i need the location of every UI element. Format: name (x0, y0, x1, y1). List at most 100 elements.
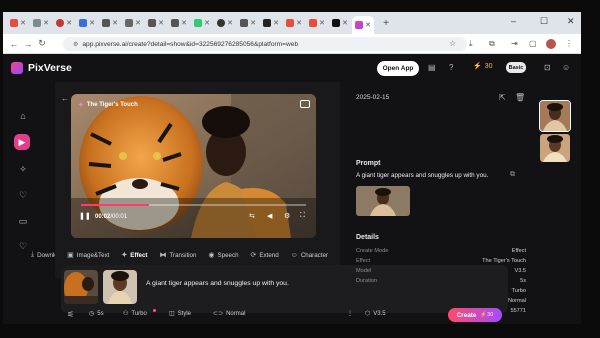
history-thumbnail[interactable] (540, 134, 570, 162)
history-thumbnail-image (540, 134, 570, 162)
effect-tag: ✦ The Tiger's Touch (78, 101, 138, 109)
bookmark-star-icon[interactable]: ☆ (449, 39, 456, 48)
forward-arrow-icon[interactable]: → (21, 39, 35, 49)
toggle-icon: ⊂⊃ (213, 311, 224, 317)
user-icon[interactable]: ☺ (562, 63, 570, 72)
tab-favicon-icon (309, 19, 318, 27)
tool-effect[interactable]: ✦ Effect (121, 251, 148, 260)
credits-value: 30 (484, 62, 493, 70)
tab-close-icon: ✕ (273, 20, 279, 27)
tool-extend[interactable]: ⟳ Extend (250, 251, 279, 260)
browser-tab[interactable]: ✕ (53, 15, 75, 31)
video-create-icon[interactable]: ▶ (14, 134, 30, 150)
profile-avatar[interactable] (546, 39, 556, 49)
tab-favicon-icon (194, 19, 203, 27)
browser-tab[interactable]: ✕ (329, 15, 351, 31)
tab-search-icon[interactable]: ▢ (529, 39, 537, 48)
copy-icon[interactable]: ⧉ (510, 171, 515, 179)
browser-tab[interactable]: ✕ (168, 15, 190, 31)
progress-bar[interactable] (81, 204, 306, 206)
maximize-button[interactable]: ☐ (540, 16, 548, 27)
tool-transition[interactable]: ⧓ Transition (159, 251, 196, 260)
sidepanel-icon[interactable]: ⇥ (511, 39, 518, 48)
tool-label: Effect (130, 251, 148, 259)
detail-value: Normal (507, 298, 526, 304)
credits-counter[interactable]: ⚡ 30 (473, 62, 493, 71)
document-icon[interactable]: ▤ (428, 63, 436, 72)
tab-favicon-icon (217, 19, 226, 27)
tab-close-icon: ✕ (20, 20, 26, 27)
mode-selector[interactable]: ⚇ Turbo (123, 310, 147, 318)
brand-logo[interactable]: PixVerse (11, 62, 72, 74)
volume-icon[interactable]: ◀ (267, 212, 272, 220)
gift-icon[interactable]: ⊡ (544, 63, 551, 72)
sparkle-icon[interactable]: ✧ (17, 163, 29, 175)
browser-tab[interactable]: ✕ (122, 15, 144, 31)
tab-close-icon: ✕ (158, 20, 164, 27)
tab-favicon-icon (10, 19, 19, 27)
style-value: Style (177, 310, 192, 317)
video-player[interactable]: ✦ The Tiger's Touch ❚❚ 00:02/00:01 ⇆ ◀ ⚙… (71, 94, 316, 238)
back-icon[interactable]: ← (61, 94, 69, 103)
browser-tab[interactable]: ✕ (145, 15, 167, 31)
style-selector[interactable]: ◫ Style (169, 310, 192, 318)
minimize-button[interactable]: – (511, 16, 516, 26)
effect-thumbnail[interactable] (64, 270, 98, 304)
browser-tab[interactable]: ✕ (191, 15, 213, 31)
folder-icon[interactable]: ▭ (17, 215, 29, 227)
prompt-image-thumbnail[interactable] (356, 186, 410, 216)
tab-close-icon: ✕ (43, 20, 49, 27)
tool-image-text[interactable]: ▣ Image&Text (67, 251, 109, 260)
motion-selector[interactable]: ⊂⊃ Normal (213, 310, 245, 318)
download-icon: ⤓ (31, 251, 35, 258)
home-icon[interactable]: ⌂ (17, 110, 29, 122)
transition-icon: ⧓ (159, 252, 167, 259)
heart-shield-icon[interactable]: ♡ (17, 189, 29, 201)
reload-icon[interactable]: ↻ (35, 38, 49, 49)
pixverse-app: PixVerse Open App ▤ ? ⚡ 30 Basic ⊡ ☺ ⌂ ▶… (3, 54, 581, 324)
duration-selector[interactable]: ◷ 5s (89, 310, 104, 318)
browser-tab[interactable]: ✕ (237, 15, 259, 31)
browser-tab[interactable]: ✕ (76, 15, 98, 31)
favorites-icon[interactable]: ♡ (17, 240, 29, 252)
share-icon[interactable]: ⇱ (499, 93, 506, 102)
browser-tab[interactable]: ✕ (7, 15, 29, 31)
tool-character[interactable]: ☺ Character (291, 252, 328, 259)
plan-badge[interactable]: Basic (506, 62, 526, 73)
detail-key: Effect (356, 258, 371, 264)
back-arrow-icon[interactable]: ← (7, 39, 21, 49)
details-heading: Details (356, 234, 379, 241)
browser-tab[interactable]: ✕ (260, 15, 282, 31)
browser-tab[interactable]: ✕ (306, 15, 328, 31)
browser-tab[interactable]: ✕ (99, 15, 121, 31)
close-window-button[interactable]: ✕ (567, 16, 575, 27)
browser-menu-icon[interactable]: ⋮ (565, 39, 573, 48)
browser-tab[interactable]: ✕ (283, 15, 305, 31)
fullscreen-icon[interactable]: ⛶ (300, 212, 305, 220)
delete-icon[interactable]: 🗑 (515, 93, 525, 102)
brand-name: PixVerse (28, 62, 72, 74)
time-current: 00:02 (95, 214, 111, 220)
clock-icon: ◷ (89, 311, 95, 317)
extend-icon: ⟳ (250, 252, 257, 259)
new-tab-button[interactable]: + (379, 18, 393, 29)
uploaded-photo-thumbnail[interactable] (103, 270, 137, 304)
prompt-text[interactable]: A giant tiger appears and snuggles up wi… (146, 280, 289, 287)
pause-icon[interactable]: ❚❚ (79, 212, 91, 220)
settings-icon[interactable]: ⚙ (284, 212, 290, 220)
extensions-icon[interactable]: ⧉ (489, 39, 495, 49)
history-thumbnail[interactable] (539, 100, 571, 132)
browser-tab-active[interactable]: ✕ (352, 16, 374, 34)
help-icon[interactable]: ? (449, 63, 453, 72)
browser-tab[interactable]: ✕ (214, 15, 236, 31)
url-field[interactable]: ⚙ app.pixverse.ai/create?detail=show&id=… (63, 37, 467, 51)
browser-tab[interactable]: ✕ (30, 15, 52, 31)
settings-sliders-icon[interactable]: ⚟ (67, 310, 74, 319)
download-icon[interactable]: ⤓ (469, 39, 473, 49)
speed-icon[interactable]: ⇆ (249, 212, 255, 220)
open-app-button[interactable]: Open App (377, 61, 419, 76)
pip-icon[interactable] (300, 100, 310, 108)
tool-download[interactable]: ⤓Download (31, 251, 55, 259)
site-info-icon[interactable]: ⚙ (73, 41, 78, 48)
tool-speech[interactable]: ◉ Speech (208, 251, 238, 260)
